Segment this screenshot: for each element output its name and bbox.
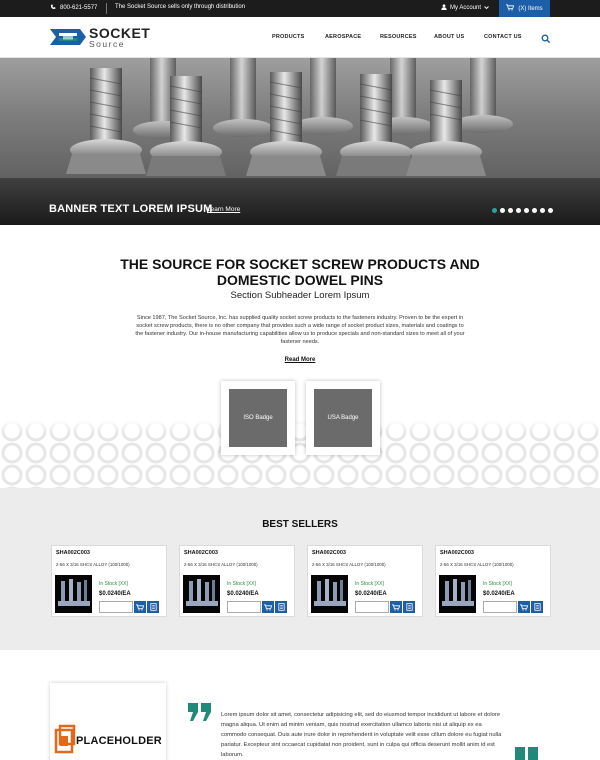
chevron-down-icon [484, 5, 489, 12]
product-price: $0.0240/EA [355, 591, 387, 597]
add-to-list-icon [533, 598, 541, 616]
add-to-cart-button[interactable] [390, 601, 402, 613]
quantity-input[interactable] [355, 601, 389, 613]
main-header: SOCKET Source PRODUCTS AEROSPACE RESOURC… [0, 17, 600, 58]
section-subheader: Section Subheader Lorem Ipsum [230, 290, 370, 301]
carousel-dot[interactable] [516, 208, 521, 213]
add-to-list-button[interactable] [531, 601, 543, 613]
usa-badge-card: USA Badge [306, 381, 380, 455]
logo-wordmark: SOCKET [89, 25, 151, 41]
product-card: SHA002C003 2-56 X 3/16 SHCS ALLOY (100/1… [435, 545, 551, 617]
add-to-cart-icon [136, 598, 145, 616]
quantity-input[interactable] [483, 601, 517, 613]
product-sku[interactable]: SHA002C003 [184, 550, 218, 556]
user-icon [441, 4, 447, 12]
section-heading-line: DOMESTIC DOWEL PINS [216, 272, 384, 288]
phone-link[interactable]: 800-621-5577 [50, 4, 97, 12]
carousel-dot[interactable] [508, 208, 513, 213]
add-to-cart-icon [392, 598, 401, 616]
read-more-link[interactable]: Read More [280, 357, 320, 363]
hero-banner-text: BANNER TEXT LOREM IPSUM [49, 203, 213, 215]
product-sku[interactable]: SHA002C003 [440, 550, 474, 556]
carousel-dot[interactable] [492, 208, 497, 213]
product-sku[interactable]: SHA002C003 [56, 550, 90, 556]
cart-count: (X) Items [518, 5, 543, 12]
carousel-dot[interactable] [548, 208, 553, 213]
quantity-input[interactable] [99, 601, 133, 613]
cart-icon [506, 4, 515, 13]
placeholder-label: PLACEHOLDER [76, 735, 162, 747]
product-image[interactable] [183, 575, 220, 613]
section-heading: THE SOURCE FOR SOCKET SCREW PRODUCTS AND… [120, 256, 480, 288]
quote-icon [188, 703, 212, 721]
carousel-dot[interactable] [532, 208, 537, 213]
product-price: $0.0240/EA [483, 591, 515, 597]
nav-aerospace[interactable]: AEROSPACE [325, 34, 361, 40]
section-heading-line: THE SOURCE FOR SOCKET SCREW PRODUCTS AND [120, 256, 480, 272]
quote-close-icon [515, 747, 539, 760]
add-to-list-button[interactable] [403, 601, 415, 613]
best-sellers-title: BEST SELLERS [262, 519, 338, 530]
add-to-list-icon [277, 598, 285, 616]
product-image[interactable] [439, 575, 476, 613]
cart-button[interactable]: (X) Items [499, 0, 550, 17]
testimonial-quote: Lorem ipsum dolor sit amet, consectetur … [221, 712, 502, 758]
utility-bar: 800-621-5577 The Socket Source sells onl… [0, 0, 600, 17]
product-description: 2-56 X 3/16 SHCS ALLOY (100/1000) [440, 562, 514, 567]
add-to-list-button[interactable] [275, 601, 287, 613]
iso-badge-card: ISO Badge [221, 381, 295, 455]
logo-mark-icon [50, 26, 86, 48]
nav-products[interactable]: PRODUCTS [272, 34, 304, 40]
product-description: 2-56 X 3/16 SHCS ALLOY (100/1000) [312, 562, 386, 567]
add-to-list-icon [405, 598, 413, 616]
product-description: 2-56 X 3/16 SHCS ALLOY (100/1000) [184, 562, 258, 567]
logo-subtitle: Source [89, 39, 125, 49]
nav-resources[interactable]: RESOURCES [380, 34, 417, 40]
product-description: 2-56 X 3/16 SHCS ALLOY (100/1000) [56, 562, 130, 567]
product-price: $0.0240/EA [227, 591, 259, 597]
add-to-cart-button[interactable] [134, 601, 146, 613]
add-to-list-button[interactable] [147, 601, 159, 613]
usa-badge: USA Badge [314, 389, 372, 447]
hero-banner [0, 58, 600, 225]
product-card: SHA002C003 2-56 X 3/16 SHCS ALLOY (100/1… [179, 545, 295, 617]
product-image[interactable] [55, 575, 92, 613]
nav-contact-us[interactable]: CONTACT US [484, 34, 522, 40]
stock-status: In Stock [XX] [355, 581, 384, 587]
divider [106, 3, 107, 14]
carousel-dot[interactable] [500, 208, 505, 213]
product-sku[interactable]: SHA002C003 [312, 550, 346, 556]
intro-paragraph: Since 1987, The Socket Source, Inc. has … [135, 315, 465, 345]
my-account-menu[interactable]: My Account [441, 4, 489, 12]
carousel-dots [492, 208, 553, 213]
product-price: $0.0240/EA [99, 591, 131, 597]
add-to-cart-button[interactable] [518, 601, 530, 613]
carousel-dot[interactable] [540, 208, 545, 213]
stock-status: In Stock [XX] [99, 581, 128, 587]
search-icon[interactable] [541, 31, 551, 44]
carousel-dot[interactable] [524, 208, 529, 213]
phone-icon [50, 4, 56, 12]
stock-status: In Stock [XX] [483, 581, 512, 587]
product-card: SHA002C003 2-56 X 3/16 SHCS ALLOY (100/1… [51, 545, 167, 617]
hero-screws-image [0, 58, 600, 225]
hero-learn-more-link[interactable]: Learn More [207, 206, 240, 213]
stock-status: In Stock [XX] [227, 581, 256, 587]
product-image[interactable] [311, 575, 348, 613]
product-card: SHA002C003 2-56 X 3/16 SHCS ALLOY (100/1… [307, 545, 423, 617]
placeholder-logo-icon [54, 724, 76, 754]
add-to-cart-button[interactable] [262, 601, 274, 613]
quantity-input[interactable] [227, 601, 261, 613]
distribution-note: The Socket Source sells only through dis… [115, 4, 246, 10]
my-account-label: My Account [450, 5, 482, 11]
nav-about-us[interactable]: ABOUT US [434, 34, 464, 40]
phone-number: 800-621-5577 [60, 5, 98, 11]
add-to-cart-icon [264, 598, 273, 616]
site-logo[interactable]: SOCKET Source [50, 26, 150, 49]
hex-nut-pattern [0, 420, 600, 488]
add-to-cart-icon [520, 598, 529, 616]
add-to-list-icon [149, 598, 157, 616]
iso-badge: ISO Badge [229, 389, 287, 447]
